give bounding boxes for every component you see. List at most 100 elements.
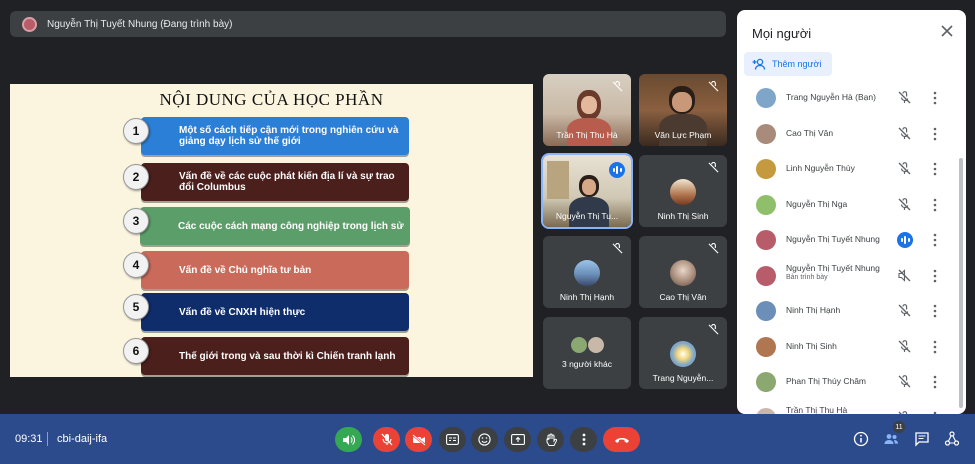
captions-icon <box>446 434 459 445</box>
slide-item-text: Một số cách tiếp cận mới trong nghiên cứ… <box>179 125 399 147</box>
more-vert-icon[interactable] <box>930 304 940 318</box>
participant-name: Văn Lực Phạm <box>654 130 712 140</box>
leave-call-button[interactable] <box>603 427 640 452</box>
participant-tile[interactable]: Văn Lực Phạm <box>639 74 727 146</box>
slide-item-text: Vấn đề về các cuộc phát kiến địa lí và s… <box>179 171 395 193</box>
mic-off-icon[interactable] <box>898 197 911 211</box>
slide-item: Vấn đề về CNXH hiện thực <box>141 293 409 331</box>
slide-item: Vấn đề về Chủ nghĩa tư bản <box>141 251 409 289</box>
captions-button[interactable] <box>439 427 466 452</box>
person-row[interactable]: Nguyễn Thị Tuyết Nhung Bản trình bày <box>737 258 957 294</box>
slide-item-number: 2 <box>123 164 149 190</box>
participant-tile-active[interactable]: Nguyễn Thị Tu... <box>541 153 633 229</box>
avatar <box>756 336 776 357</box>
avatar <box>756 265 776 286</box>
speaker-icon <box>343 434 355 445</box>
mic-off-icon[interactable] <box>898 162 911 175</box>
person-row[interactable]: Trang Nguyễn Hà (Bạn) <box>737 80 957 116</box>
meeting-code: cbi-daij-ifa <box>57 433 108 445</box>
person-row[interactable]: Nguyễn Thị Nga <box>737 187 957 223</box>
avatar <box>756 88 776 108</box>
more-vert-icon[interactable] <box>930 233 940 247</box>
bottom-toolbar: 09:31 cbi-daij-ifa 11 <box>0 414 975 464</box>
more-vert-icon[interactable] <box>930 198 940 212</box>
speaking-indicator-icon <box>897 232 913 248</box>
person-row[interactable]: Trần Thị Thu HàNgười tổ chức cuộc họp <box>737 400 957 415</box>
mic-off-icon[interactable] <box>898 375 911 388</box>
emoji-icon <box>478 433 491 446</box>
more-options-button[interactable] <box>570 427 597 452</box>
person-row[interactable]: Cao Thị Vân <box>737 116 957 152</box>
present-button[interactable] <box>504 427 531 452</box>
avatar <box>756 159 776 179</box>
participant-tile[interactable]: Trần Thị Thu Hà <box>543 74 631 146</box>
person-name: Nguyễn Thị Tuyết Nhung <box>786 262 880 273</box>
more-vert-icon[interactable] <box>930 375 940 389</box>
add-person-icon <box>752 58 766 70</box>
mic-off-icon <box>381 433 392 446</box>
participant-tile-others[interactable]: 3 người khác <box>543 317 631 389</box>
raise-hand-icon <box>546 433 557 446</box>
volume-button[interactable] <box>335 427 362 452</box>
person-name: Trần Thị Thu Hà <box>786 404 848 415</box>
info-icon[interactable] <box>853 431 869 447</box>
participant-tile[interactable]: Ninh Thị Sinh <box>639 155 727 227</box>
participant-tile[interactable]: Cao Thị Vân <box>639 236 727 308</box>
more-vert-icon[interactable] <box>930 127 940 141</box>
more-vert-icon[interactable] <box>930 269 940 283</box>
reactions-button[interactable] <box>471 427 498 452</box>
microphone-button[interactable] <box>373 427 400 452</box>
presentation-audio-off-icon[interactable] <box>898 268 911 282</box>
slide-item-text: Vấn đề về Chủ nghĩa tư bản <box>179 264 312 276</box>
slide-item: Một số cách tiếp cận mới trong nghiên cứ… <box>141 117 409 155</box>
camera-button[interactable] <box>405 427 432 452</box>
more-vert-icon[interactable] <box>930 340 940 354</box>
add-people-button[interactable]: Thêm người <box>744 52 832 76</box>
mic-off-icon[interactable] <box>898 91 911 104</box>
person-row[interactable]: Phan Thị Thúy Châm <box>737 364 957 400</box>
avatar <box>756 230 776 250</box>
participant-avatar <box>571 337 587 353</box>
mic-off-icon[interactable] <box>898 304 911 317</box>
participant-name: Cao Thị Vân <box>659 292 707 302</box>
participant-tile[interactable]: Ninh Thị Hạnh <box>543 236 631 308</box>
panel-title: Mọi người <box>752 26 812 41</box>
more-vert-icon[interactable] <box>930 162 940 176</box>
close-icon[interactable] <box>940 24 954 38</box>
person-name: Linh Nguyễn Thùy <box>786 163 855 173</box>
person-row[interactable]: Ninh Thị Sinh <box>737 329 957 365</box>
mic-off-icon <box>612 243 623 254</box>
camera-off-icon <box>411 433 426 446</box>
participant-avatar <box>588 337 604 353</box>
person-name: Ninh Thị Hạnh <box>786 305 841 315</box>
slide-item: Thế giới trong và sau thời kì Chiến tran… <box>141 337 409 375</box>
person-row[interactable]: Linh Nguyễn Thùy <box>737 151 957 187</box>
mic-off-icon <box>708 243 719 254</box>
raise-hand-button[interactable] <box>537 427 564 452</box>
participant-tile[interactable]: Trang Nguyễn... <box>639 317 727 389</box>
participant-name: Trang Nguyễn... <box>652 373 714 383</box>
speaking-indicator-icon <box>609 162 625 178</box>
slide-item: Các cuộc cách mạng công nghiệp trong lịc… <box>140 207 410 245</box>
add-people-label: Thêm người <box>772 59 822 69</box>
present-screen-icon <box>510 434 525 445</box>
mic-off-icon[interactable] <box>898 339 911 353</box>
slide-item: Vấn đề về các cuộc phát kiến địa lí và s… <box>141 163 409 201</box>
end-call-icon <box>614 437 629 443</box>
mic-off-icon <box>612 81 623 92</box>
more-vert-icon[interactable] <box>930 91 940 105</box>
scrollbar[interactable] <box>959 158 963 408</box>
chat-icon[interactable] <box>914 431 930 447</box>
presentation-slide: NỘI DUNG CỦA HỌC PHẦN 1 Một số cách tiếp … <box>10 84 533 377</box>
people-icon[interactable] <box>883 431 899 447</box>
avatar <box>756 372 776 392</box>
person-row[interactable]: Nguyễn Thị Tuyết Nhung <box>737 222 957 258</box>
person-name: Trang Nguyễn Hà (Bạn) <box>786 92 876 102</box>
activities-icon[interactable] <box>944 431 960 447</box>
mic-off-icon[interactable] <box>898 126 911 140</box>
avatar <box>756 301 776 321</box>
person-name: Ninh Thị Sinh <box>786 340 837 351</box>
person-row[interactable]: Ninh Thị Hạnh <box>737 293 957 329</box>
person-role: Bản trình bày <box>786 273 828 281</box>
slide-item-number: 3 <box>123 208 149 234</box>
